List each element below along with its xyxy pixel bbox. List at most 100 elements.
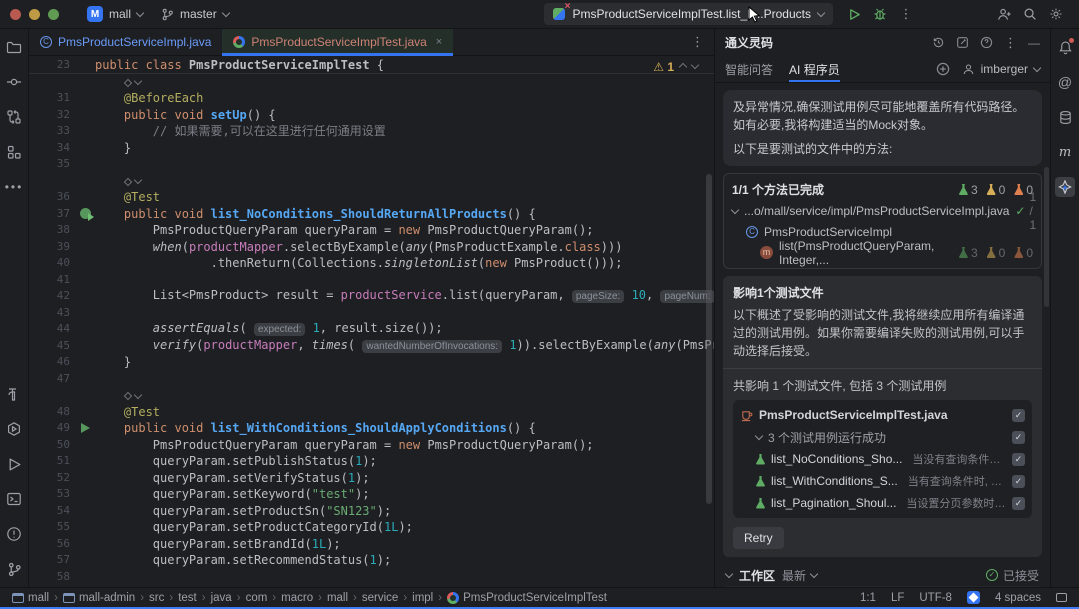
vcs-tool-button[interactable] <box>4 559 24 579</box>
breadcrumb-item[interactable]: impl <box>412 592 433 604</box>
caret-position[interactable]: 1:1 <box>860 592 876 604</box>
code-line[interactable]: 41 <box>29 272 714 289</box>
next-problem-icon[interactable] <box>691 61 699 69</box>
notifications-button[interactable] <box>1055 37 1075 57</box>
close-tab-icon[interactable]: × <box>436 36 442 48</box>
breadcrumb-item[interactable]: src <box>149 592 164 604</box>
terminal-tool-button[interactable] <box>4 489 24 509</box>
project-widget[interactable]: M mall <box>81 3 149 25</box>
method-row[interactable]: m list(PmsProductQueryParam, Integer,...… <box>732 242 1033 263</box>
lingma-codelens[interactable] <box>95 179 141 185</box>
help-icon[interactable] <box>980 36 993 49</box>
code-line[interactable]: 39 when(productMapper.selectByExample(an… <box>29 239 714 256</box>
retry-button[interactable]: Retry <box>733 527 784 549</box>
code-line[interactable]: 32 public void setUp() { <box>29 107 714 124</box>
editor-scrollbar[interactable] <box>706 174 712 504</box>
test-group-row[interactable]: 3 个测试用例运行成功 ✓ <box>740 426 1025 448</box>
code-line[interactable]: 50 PmsProductQueryParam queryParam = new… <box>29 437 714 454</box>
run-test-icon[interactable] <box>81 423 90 433</box>
code-line[interactable]: 43 <box>29 305 714 322</box>
code-line[interactable]: 51 queryParam.setPublishStatus(1); <box>29 453 714 470</box>
tab-pmsproductserviceimpl[interactable]: PmsProductServiceImpl.java <box>29 29 222 55</box>
code-line[interactable]: 56 queryParam.setBrandId(1L); <box>29 536 714 553</box>
services-tool-button[interactable] <box>4 419 24 439</box>
test-passed-run-icon[interactable] <box>80 208 91 219</box>
code-line[interactable]: 31 @BeforeEach <box>29 90 714 107</box>
test-case-row[interactable]: list_NoConditions_Sho...当没有查询条件时, 期望返回..… <box>740 448 1025 470</box>
commit-tool-button[interactable] <box>4 72 24 92</box>
database-button[interactable] <box>1055 107 1075 127</box>
breadcrumb-item[interactable]: mall-admin <box>63 592 135 604</box>
code-line[interactable]: 52 queryParam.setVerifyStatus(1); <box>29 470 714 487</box>
code-line[interactable]: 35 <box>29 156 714 173</box>
more-tool-windows-button[interactable]: ••• <box>4 177 24 197</box>
code-line[interactable] <box>29 74 714 91</box>
code-line[interactable]: 40 .thenReturn(Collections.singletonList… <box>29 255 714 272</box>
code-line[interactable]: 37 public void list_NoConditions_ShouldR… <box>29 206 714 223</box>
code-line[interactable]: 53 queryParam.setKeyword("test"); <box>29 486 714 503</box>
lingma-tool-button[interactable] <box>1055 177 1075 197</box>
code-line[interactable]: 57 queryParam.setRecommendStatus(1); <box>29 552 714 569</box>
test-file-row[interactable]: PmsProductServiceImplTest.java ✓ <box>740 404 1025 426</box>
code-line[interactable]: 58 <box>29 569 714 586</box>
macos-zoom-button[interactable] <box>48 9 59 20</box>
breadcrumb-item[interactable]: macro <box>281 592 313 604</box>
panel-scrollbar[interactable] <box>1044 167 1049 307</box>
code-line[interactable] <box>29 387 714 404</box>
code-line[interactable]: 44 assertEquals( expected: 1, result.siz… <box>29 321 714 338</box>
maven-button[interactable]: m <box>1055 142 1075 162</box>
macos-close-button[interactable] <box>10 9 21 20</box>
settings-button[interactable] <box>1043 3 1069 25</box>
checkbox[interactable]: ✓ <box>1012 431 1025 444</box>
impl-file-row[interactable]: ...o/mall/service/impl/PmsProductService… <box>732 200 1033 221</box>
tab-pmsproductserviceimpltest[interactable]: PmsProductServiceImplTest.java × <box>222 29 453 55</box>
indent-size[interactable]: 4 spaces <box>995 592 1041 604</box>
code-line[interactable] <box>29 173 714 190</box>
code-with-me-button[interactable] <box>991 3 1017 25</box>
problems-tool-button[interactable] <box>4 524 24 544</box>
search-everywhere-button[interactable] <box>1017 3 1043 25</box>
tab-options-button[interactable]: ⋮ <box>681 29 714 55</box>
user-menu[interactable]: imberger <box>962 62 1040 76</box>
project-tool-button[interactable] <box>4 37 24 57</box>
checkbox[interactable]: ✓ <box>1012 409 1025 422</box>
line-ending[interactable]: LF <box>891 592 904 604</box>
code-line[interactable]: 54 queryParam.setProductSn("SN123"); <box>29 503 714 520</box>
prev-problem-icon[interactable] <box>679 63 687 71</box>
breadcrumb-item[interactable]: com <box>246 592 268 604</box>
run-button[interactable] <box>841 3 867 25</box>
code-line[interactable]: 55 queryParam.setProductCategoryId(1L); <box>29 519 714 536</box>
lingma-codelens[interactable] <box>95 80 141 86</box>
code-line[interactable]: 34 } <box>29 140 714 157</box>
more-actions-button[interactable]: ⋮ <box>893 3 919 25</box>
code-line[interactable]: 47 <box>29 371 714 388</box>
workspace-file-row[interactable]: PmsProductServiceImplTest.java ✓ 已接受 <box>723 586 1042 587</box>
breadcrumb-item[interactable]: java <box>211 592 232 604</box>
code-line[interactable]: 48 @Test <box>29 404 714 421</box>
screen-layout-icon[interactable] <box>1056 593 1067 602</box>
debug-button[interactable] <box>867 3 893 25</box>
workspace-header[interactable]: 工作区 最新 ✓ 已接受 <box>723 564 1042 586</box>
workspace-filter[interactable]: 最新 <box>782 567 817 584</box>
add-session-icon[interactable] <box>936 62 950 76</box>
new-chat-icon[interactable] <box>956 36 969 49</box>
structure-tool-button[interactable] <box>4 142 24 162</box>
file-encoding[interactable]: UTF-8 <box>919 592 952 604</box>
checkbox[interactable]: ✓ <box>1012 497 1025 510</box>
code-line[interactable]: 49 public void list_WithConditions_Shoul… <box>29 420 714 437</box>
minimize-icon[interactable]: — <box>1028 36 1040 50</box>
pull-requests-tool-button[interactable] <box>4 107 24 127</box>
inspection-widget[interactable]: 1 <box>653 60 698 74</box>
kebab-icon[interactable]: ⋮ <box>1004 35 1017 51</box>
macos-minimize-button[interactable] <box>29 9 40 20</box>
code-line[interactable]: 36 @Test <box>29 189 714 206</box>
breadcrumb-item[interactable]: test <box>178 592 197 604</box>
build-tool-button[interactable] <box>4 384 24 404</box>
code-line[interactable]: 38 PmsProductQueryParam queryParam = new… <box>29 222 714 239</box>
checkbox[interactable]: ✓ <box>1012 475 1025 488</box>
breadcrumb-item[interactable]: service <box>362 592 398 604</box>
checkbox[interactable]: ✓ <box>1012 453 1025 466</box>
lingma-status-icon[interactable] <box>967 591 980 604</box>
branch-widget[interactable]: master <box>155 3 235 25</box>
code-line[interactable]: 42 List<PmsProduct> result = productServ… <box>29 288 714 305</box>
